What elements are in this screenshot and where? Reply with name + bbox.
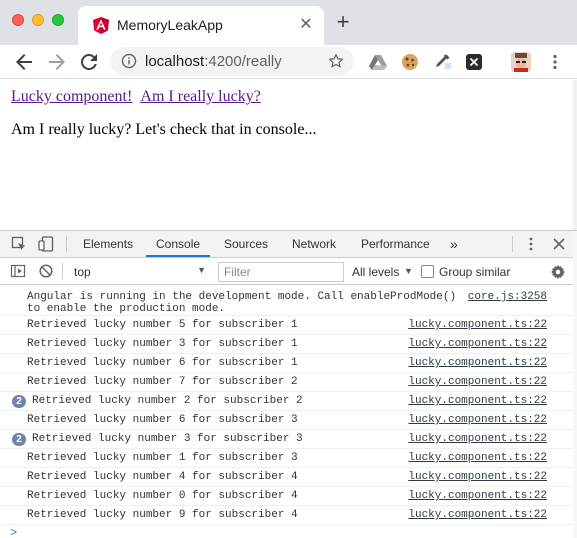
console-source-link[interactable]: core.js:3258 — [468, 291, 547, 303]
drive-icon[interactable] — [368, 52, 388, 72]
group-similar-checkbox[interactable] — [421, 265, 434, 278]
devtools-panel: Elements Console Sources Network Perform… — [0, 230, 577, 538]
kebab-menu-icon[interactable] — [545, 52, 565, 72]
console-source-link[interactable]: lucky.component.ts:22 — [408, 414, 547, 426]
console-message-text: Retrieved lucky number 6 for subscriber … — [27, 414, 298, 426]
console-message-text: Retrieved lucky number 3 for subscriber … — [27, 338, 298, 350]
url-path: :4200/really — [204, 53, 282, 70]
console-messages: Angular is running in the development mo… — [0, 286, 577, 538]
address-bar[interactable]: localhost:4200/really — [110, 47, 354, 76]
avatar[interactable] — [511, 52, 531, 72]
console-prompt[interactable]: > — [10, 526, 17, 538]
nav-links: Lucky component! Am I really lucky? — [11, 88, 266, 106]
window-maximize-button[interactable] — [52, 14, 64, 26]
console-source-link[interactable]: lucky.component.ts:22 — [408, 509, 547, 521]
reload-icon[interactable] — [77, 50, 101, 74]
console-message: Retrieved lucky number 9 for subscriber … — [0, 506, 577, 525]
repeat-count-badge: 2 — [12, 395, 26, 408]
page-content: Lucky component! Am I really lucky? Am I… — [0, 80, 573, 230]
page-scrollbar[interactable] — [573, 80, 577, 230]
chevron-down-icon: ▼ — [404, 266, 413, 276]
back-arrow-icon[interactable] — [12, 50, 36, 74]
tab-title: MemoryLeakApp — [117, 17, 223, 33]
devtools-scrollbar[interactable] — [573, 231, 577, 538]
console-message-text: Retrieved lucky number 3 for subscriber … — [32, 433, 303, 445]
device-toolbar-icon[interactable] — [38, 236, 54, 252]
browser-tab[interactable]: MemoryLeakApp ✕ — [78, 6, 324, 45]
separator — [512, 236, 513, 252]
console-settings-gear-icon[interactable] — [550, 264, 566, 280]
tab-strip: MemoryLeakApp ✕ + — [0, 0, 577, 45]
console-message-text: Retrieved lucky number 9 for subscriber … — [27, 509, 298, 521]
console-message: Retrieved lucky number 4 for subscriber … — [0, 468, 577, 487]
console-message: Retrieved lucky number 6 for subscriber … — [0, 411, 577, 430]
console-source-link[interactable]: lucky.component.ts:22 — [408, 471, 547, 483]
eyedropper-icon[interactable] — [432, 52, 452, 72]
context-value: top — [74, 265, 91, 279]
console-message-text: Retrieved lucky number 1 for subscriber … — [27, 452, 298, 464]
chevron-down-icon: ▼ — [197, 265, 206, 275]
url-host: localhost — [145, 53, 205, 70]
console-message-text: Retrieved lucky number 7 for subscriber … — [27, 376, 298, 388]
devtools-menu-icon[interactable] — [523, 236, 539, 252]
console-message-text: Retrieved lucky number 4 for subscriber … — [27, 471, 298, 483]
tab-close-icon[interactable]: ✕ — [296, 15, 316, 35]
console-message: 2 Retrieved lucky number 3 for subscribe… — [0, 430, 577, 449]
browser-toolbar: localhost:4200/really — [0, 45, 577, 79]
info-icon[interactable] — [121, 53, 137, 69]
angular-favicon-icon — [93, 17, 109, 34]
console-source-link[interactable]: lucky.component.ts:22 — [408, 357, 547, 369]
console-message: Angular is running in the development mo… — [0, 288, 577, 316]
filter-input[interactable] — [218, 262, 344, 282]
group-similar-label: Group similar — [439, 265, 511, 279]
console-message-text: Retrieved lucky number 0 for subscriber … — [27, 490, 298, 502]
window-minimize-button[interactable] — [32, 14, 44, 26]
separator — [66, 236, 67, 252]
context-selector[interactable]: top ▼ — [66, 262, 210, 282]
console-source-link[interactable]: lucky.component.ts:22 — [408, 452, 547, 464]
console-message: Retrieved lucky number 3 for subscriber … — [0, 335, 577, 354]
new-tab-plus-icon[interactable]: + — [332, 11, 354, 34]
console-message-text: Angular is running in the development mo… — [27, 291, 457, 315]
console-message: Retrieved lucky number 0 for subscriber … — [0, 487, 577, 506]
repeat-count-badge: 2 — [12, 433, 26, 446]
console-message-text: Retrieved lucky number 5 for subscriber … — [27, 319, 298, 331]
console-message-text: Retrieved lucky number 2 for subscriber … — [32, 395, 303, 407]
console-message: 2 Retrieved lucky number 2 for subscribe… — [0, 392, 577, 411]
x-extension-icon[interactable] — [464, 52, 484, 72]
tab-console[interactable]: Console — [146, 231, 211, 257]
cookie-icon[interactable] — [400, 52, 420, 72]
console-source-link[interactable]: lucky.component.ts:22 — [408, 433, 547, 445]
more-tabs-button[interactable]: » — [450, 231, 458, 257]
console-source-link[interactable]: lucky.component.ts:22 — [408, 338, 547, 350]
am-i-really-lucky-link[interactable]: Am I really lucky? — [140, 88, 260, 105]
inspect-element-icon[interactable] — [11, 236, 27, 252]
close-devtools-icon[interactable] — [551, 236, 567, 252]
console-source-link[interactable]: lucky.component.ts:22 — [408, 319, 547, 331]
clear-console-icon[interactable] — [38, 263, 54, 279]
console-message: Retrieved lucky number 1 for subscriber … — [0, 449, 577, 468]
tab-sources[interactable]: Sources — [224, 231, 268, 257]
sidebar-toggle-icon[interactable] — [10, 263, 26, 279]
forward-arrow-icon[interactable] — [45, 50, 69, 74]
console-message: Retrieved lucky number 6 for subscriber … — [0, 354, 577, 373]
url-text: localhost:4200/really — [145, 53, 282, 70]
devtools-tab-bar: Elements Console Sources Network Perform… — [0, 231, 577, 258]
console-filter-bar: top ▼ All levels ▼ Group similar — [0, 259, 577, 285]
console-message: Retrieved lucky number 7 for subscriber … — [0, 373, 577, 392]
console-message-text: Retrieved lucky number 6 for subscriber … — [27, 357, 298, 369]
console-source-link[interactable]: lucky.component.ts:22 — [408, 490, 547, 502]
page-text: Am I really lucky? Let's check that in c… — [11, 121, 317, 138]
lucky-component-link[interactable]: Lucky component! — [11, 88, 132, 105]
tab-network[interactable]: Network — [292, 231, 336, 257]
separator — [62, 263, 63, 279]
console-source-link[interactable]: lucky.component.ts:22 — [408, 395, 547, 407]
window-close-button[interactable] — [12, 14, 24, 26]
console-message: Retrieved lucky number 5 for subscriber … — [0, 316, 577, 335]
console-source-link[interactable]: lucky.component.ts:22 — [408, 376, 547, 388]
star-icon[interactable] — [327, 52, 345, 70]
tab-elements[interactable]: Elements — [83, 231, 133, 257]
tab-performance[interactable]: Performance — [361, 231, 430, 257]
log-levels-dropdown[interactable]: All levels — [352, 265, 399, 279]
